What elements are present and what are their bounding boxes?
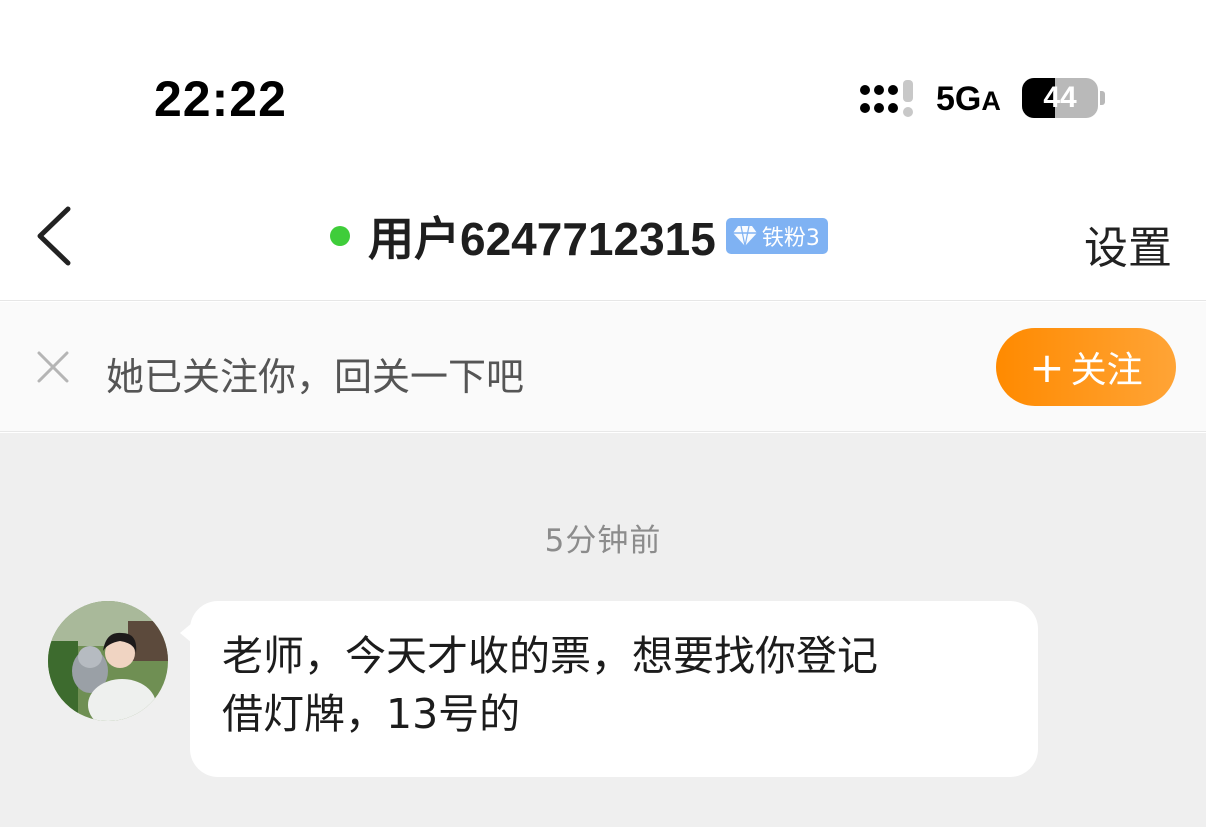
message-bubble[interactable]: 老师，今天才收的票，想要找你登记 借灯牌，13号的 xyxy=(180,601,1038,777)
chat-title: 用户6247712315 xyxy=(368,213,716,265)
back-arrow-icon[interactable] xyxy=(30,205,80,267)
settings-button[interactable]: 设置 xyxy=(1084,212,1172,276)
close-icon[interactable] xyxy=(36,350,70,384)
message-text: 老师，今天才收的票，想要找你登记 借灯牌，13号的 xyxy=(222,632,878,738)
follow-button-label: 关注 xyxy=(1070,350,1143,391)
chat-area[interactable]: 5分钟前 老师，今天才收的票，想要找你登记 借灯牌，13号的 xyxy=(0,433,1206,827)
chat-header: 用户6247712315 铁粉3 设置 xyxy=(0,170,1206,301)
status-bar: 22:22 5GA 44 xyxy=(0,0,1206,170)
battery-icon: 44 xyxy=(1022,78,1098,118)
chat-title-group: 用户6247712315 铁粉3 xyxy=(330,206,828,266)
follow-back-prompt: 她已关注你，回关一下吧 xyxy=(106,355,525,399)
status-time: 22:22 xyxy=(154,71,287,127)
fan-badge-label: 铁粉3 xyxy=(761,226,820,251)
network-type: 5GA xyxy=(936,80,1001,118)
plus-icon: + xyxy=(1029,342,1065,392)
signal-icon xyxy=(860,80,913,117)
avatar[interactable] xyxy=(48,601,168,721)
follow-button[interactable]: + 关注 xyxy=(996,328,1176,406)
fan-level-badge: 铁粉3 xyxy=(725,218,828,254)
online-status-dot xyxy=(330,226,350,246)
message-timestamp: 5分钟前 xyxy=(544,523,662,559)
battery-percent: 44 xyxy=(1043,81,1077,114)
battery-tip xyxy=(1100,91,1105,105)
follow-back-bar: 她已关注你，回关一下吧 + 关注 xyxy=(0,302,1206,432)
avatar-photo xyxy=(48,601,168,721)
diamond-icon xyxy=(732,225,757,247)
